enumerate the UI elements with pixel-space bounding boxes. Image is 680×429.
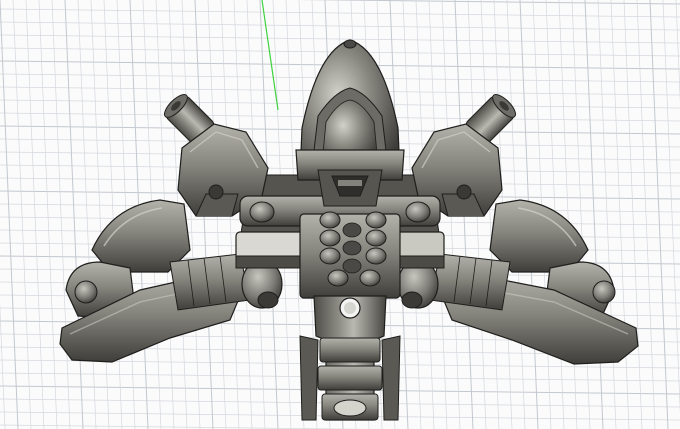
robot-model[interactable]: [0, 0, 680, 429]
stud-block: [299, 211, 401, 299]
3d-viewport[interactable]: [0, 0, 680, 429]
lower-stand: [299, 295, 401, 421]
